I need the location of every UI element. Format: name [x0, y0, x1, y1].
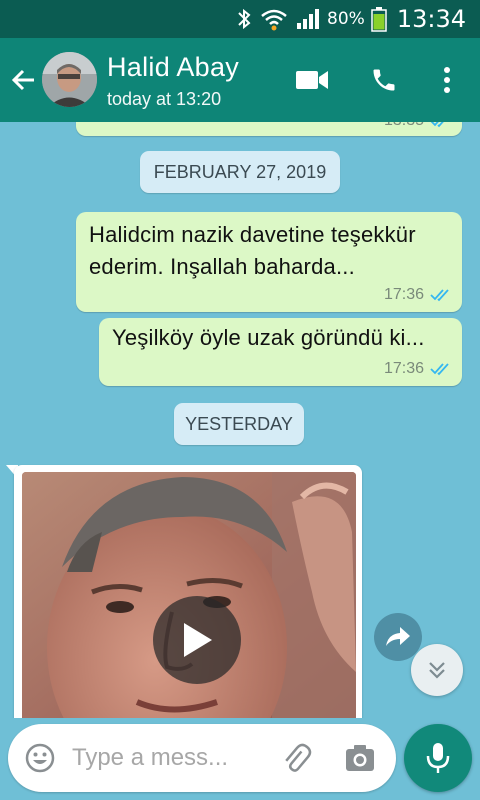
forward-icon: [386, 627, 410, 646]
message-bubble[interactable]: Halidcim nazik davetine teşekkür ederim.…: [76, 212, 462, 312]
play-button[interactable]: [153, 596, 241, 684]
status-icons: 80% 13:34: [235, 4, 466, 34]
message-text-line-1: Halidcim nazik davetine teşekkür: [89, 222, 416, 247]
status-bar: 80% 13:34: [0, 0, 480, 38]
battery-icon: [371, 7, 387, 32]
voice-message-button[interactable]: [404, 724, 472, 792]
video-message-bubble[interactable]: [14, 465, 362, 718]
attach-button[interactable]: [278, 740, 314, 776]
camera-button[interactable]: [342, 740, 378, 776]
camera-icon: [346, 745, 374, 771]
paperclip-icon: [285, 743, 312, 772]
video-thumbnail[interactable]: [22, 472, 356, 718]
signal-icon: [297, 9, 320, 29]
double-check-icon: [430, 289, 449, 302]
date-chip: YESTERDAY: [174, 403, 304, 445]
avatar-image: [42, 52, 97, 107]
last-seen: today at 13:20: [107, 89, 222, 109]
wifi-icon: [261, 9, 287, 31]
battery-percent: 80%: [327, 9, 365, 29]
double-chevron-down-icon: [429, 662, 445, 679]
contact-name[interactable]: Halid Abay: [107, 52, 239, 83]
play-icon: [184, 623, 212, 657]
microphone-icon: [426, 743, 450, 773]
bluetooth-icon: [238, 8, 251, 30]
message-bubble[interactable]: Yeşilköy öyle uzak göründü ki... 17:36: [99, 318, 462, 386]
message-time: 13:35: [384, 122, 424, 130]
back-button[interactable]: [8, 62, 40, 98]
voice-call-button[interactable]: [364, 60, 404, 100]
phone-icon: [373, 69, 395, 91]
clock: 13:34: [396, 5, 466, 33]
message-input[interactable]: [72, 738, 282, 778]
scroll-to-bottom-button[interactable]: [411, 644, 463, 696]
video-call-icon: [296, 71, 328, 89]
forward-button[interactable]: [374, 613, 422, 661]
double-check-icon: [430, 122, 444, 128]
double-check-icon: [430, 363, 449, 376]
more-options-button[interactable]: [427, 60, 467, 100]
video-call-button[interactable]: [292, 60, 332, 100]
message-time: 17:36: [383, 286, 424, 303]
date-chip: FEBRUARY 27, 2019: [140, 151, 340, 193]
chat-header: Halid Abay today at 13:20: [0, 38, 480, 122]
more-vert-icon: [444, 67, 450, 93]
message-text: Yeşilköy öyle uzak göründü ki...: [112, 325, 425, 350]
avatar[interactable]: [42, 52, 97, 107]
emoji-icon: [25, 743, 55, 773]
message-bubble-partial[interactable]: 13:35: [76, 122, 462, 136]
message-text-line-2: ederim. Inşallah baharda...: [89, 254, 355, 279]
chat-messages[interactable]: 13:35 FEBRUARY 27, 2019 Halidcim nazik d…: [0, 122, 480, 718]
emoji-button[interactable]: [22, 740, 58, 776]
message-composer: [8, 724, 396, 792]
message-time: 17:36: [383, 360, 424, 377]
back-arrow-icon: [11, 69, 34, 91]
